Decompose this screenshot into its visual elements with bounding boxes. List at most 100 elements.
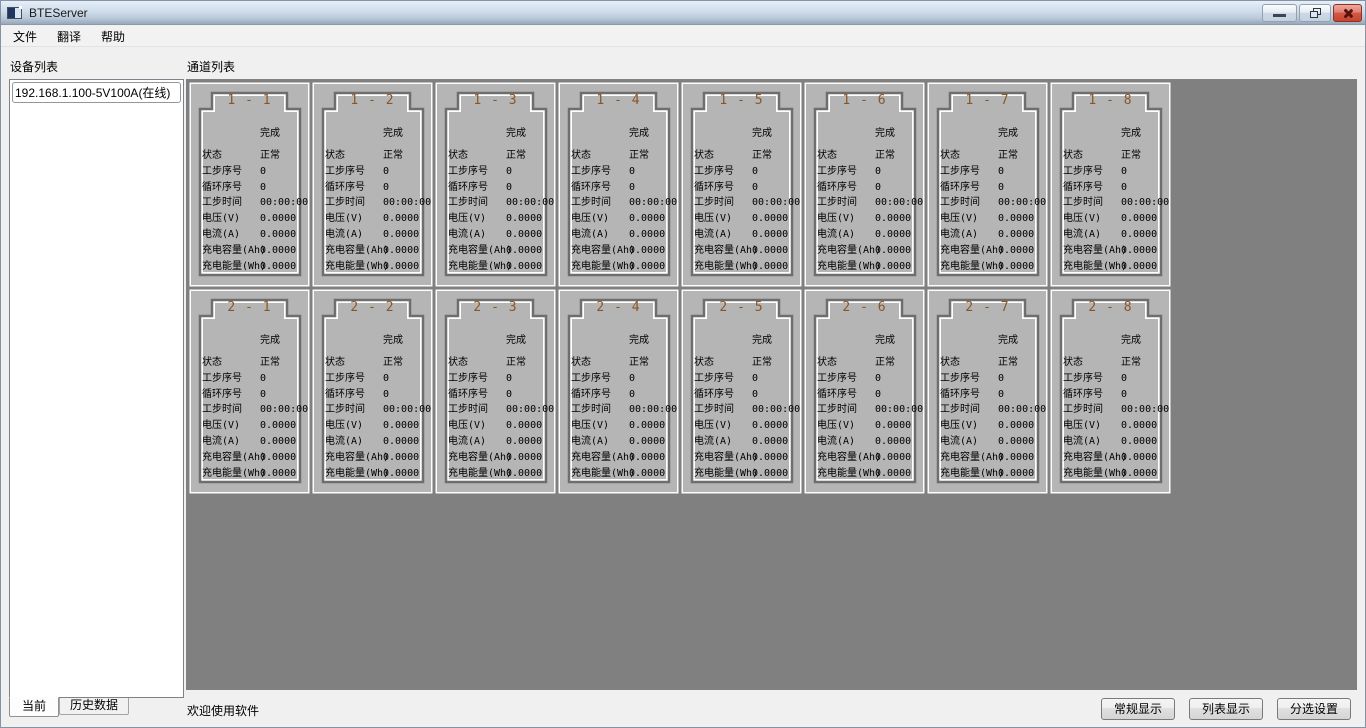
channel-card-row-value: 0.0000 xyxy=(1121,211,1157,227)
channel-card[interactable]: 1 - 7 完成 状态正常工步序号0循环序号0工步时间00:00:00电压(V)… xyxy=(929,84,1046,285)
channel-card-row-label: 电流(A) xyxy=(940,434,978,450)
channel-card[interactable]: 2 - 2 完成 状态正常工步序号0循环序号0工步时间00:00:00电压(V)… xyxy=(314,291,431,492)
channel-card-rows: 状态正常工步序号0循环序号0工步时间00:00:00电压(V)0.0000电流(… xyxy=(806,355,923,481)
channel-card-row-label: 充电能量(Wh) xyxy=(1063,259,1127,275)
channel-card[interactable]: 2 - 7 完成 状态正常工步序号0循环序号0工步时间00:00:00电压(V)… xyxy=(929,291,1046,492)
channel-card-row-label: 充电容量(Ah) xyxy=(571,243,635,259)
channel-card-row-value: 0.0000 xyxy=(383,211,419,227)
channel-card-row: 循环序号0 xyxy=(1052,387,1169,403)
channel-card[interactable]: 2 - 3 完成 状态正常工步序号0循环序号0工步时间00:00:00电压(V)… xyxy=(437,291,554,492)
regular-display-button[interactable]: 常规显示 xyxy=(1101,698,1175,720)
channel-card[interactable]: 1 - 2 完成 状态正常工步序号0循环序号0工步时间00:00:00电压(V)… xyxy=(314,84,431,285)
channel-card[interactable]: 1 - 3 完成 状态正常工步序号0循环序号0工步时间00:00:00电压(V)… xyxy=(437,84,554,285)
app-icon xyxy=(7,7,22,19)
channel-card-row-value: 0.0000 xyxy=(260,259,296,275)
close-button[interactable] xyxy=(1333,4,1362,22)
channel-card-row-value: 0 xyxy=(1121,371,1127,387)
channel-card-row-label: 工步时间 xyxy=(202,195,242,211)
channel-card-row-value: 0.0000 xyxy=(998,259,1034,275)
channel-card-row-value: 正常 xyxy=(383,355,403,371)
channel-card-row: 电压(V)0.0000 xyxy=(683,211,800,227)
channel-card-row-value: 正常 xyxy=(752,148,772,164)
window-title: BTEServer xyxy=(29,6,88,20)
channel-card-row: 充电能量(Wh)0.0000 xyxy=(191,466,308,482)
channel-card-row: 电压(V)0.0000 xyxy=(560,211,677,227)
channel-card-title: 2 - 4 xyxy=(581,300,656,316)
channel-card-row-value: 0 xyxy=(875,387,881,403)
channel-card-row-value: 0.0000 xyxy=(752,211,788,227)
channel-card-row-label: 充电容量(Ah) xyxy=(940,450,1004,466)
channel-card-row-label: 工步时间 xyxy=(940,402,980,418)
channel-card[interactable]: 1 - 1 完成 状态正常工步序号0循环序号0工步时间00:00:00电压(V)… xyxy=(191,84,308,285)
channel-card-row-label: 充电能量(Wh) xyxy=(571,466,635,482)
menu-item-help[interactable]: 帮助 xyxy=(91,25,135,48)
channel-card[interactable]: 2 - 5 完成 状态正常工步序号0循环序号0工步时间00:00:00电压(V)… xyxy=(683,291,800,492)
restore-button[interactable] xyxy=(1299,4,1331,22)
channel-card-row-label: 工步序号 xyxy=(817,371,857,387)
sorting-settings-button[interactable]: 分选设置 xyxy=(1277,698,1351,720)
channel-card-row: 充电能量(Wh)0.0000 xyxy=(1052,259,1169,275)
channel-card-row: 电流(A) 0.0000 xyxy=(560,227,677,243)
channel-card[interactable]: 1 - 6 完成 状态正常工步序号0循环序号0工步时间00:00:00电压(V)… xyxy=(806,84,923,285)
channel-card[interactable]: 1 - 8 完成 状态正常工步序号0循环序号0工步时间00:00:00电压(V)… xyxy=(1052,84,1169,285)
channel-card-row-value: 0.0000 xyxy=(629,227,665,243)
channel-card-row: 工步序号0 xyxy=(560,164,677,180)
tab-current[interactable]: 当前 xyxy=(9,697,59,717)
channel-card-row-value: 00:00:00 xyxy=(383,402,431,418)
channel-card-row: 状态正常 xyxy=(191,148,308,164)
device-item[interactable]: 192.168.1.100-5V100A(在线) xyxy=(12,82,181,103)
channel-card[interactable]: 2 - 6 完成 状态正常工步序号0循环序号0工步时间00:00:00电压(V)… xyxy=(806,291,923,492)
channel-card-row: 工步时间00:00:00 xyxy=(560,402,677,418)
channel-card-row-label: 电流(A) xyxy=(571,227,609,243)
channel-card-row-value: 0 xyxy=(629,387,635,403)
channel-card-row: 工步序号0 xyxy=(683,371,800,387)
channel-card-row: 状态正常 xyxy=(806,148,923,164)
channel-card-row: 工步序号0 xyxy=(314,371,431,387)
menu-item-translate[interactable]: 翻译 xyxy=(47,25,91,48)
menu-item-file[interactable]: 文件 xyxy=(3,25,47,48)
list-display-button[interactable]: 列表显示 xyxy=(1189,698,1263,720)
channel-card-row-value: 0.0000 xyxy=(875,259,911,275)
device-list-label: 设备列表 xyxy=(10,58,58,75)
channel-card-row-label: 状态 xyxy=(325,355,345,371)
channel-card-row-label: 状态 xyxy=(694,148,714,164)
channel-card-title: 1 - 8 xyxy=(1073,93,1148,109)
channel-card-row: 循环序号0 xyxy=(191,180,308,196)
channel-card-row-value: 正常 xyxy=(998,355,1018,371)
channel-card-row-label: 充电容量(Ah) xyxy=(694,450,758,466)
channel-card-row: 充电容量(Ah)0.0000 xyxy=(437,450,554,466)
channel-card-row: 电流(A)0.0000 xyxy=(314,434,431,450)
channel-card-row-label: 电压(V) xyxy=(202,418,240,434)
channel-card[interactable]: 2 - 8 完成 状态正常工步序号0循环序号0工步时间00:00:00电压(V)… xyxy=(1052,291,1169,492)
channel-card-row-value: 0.0000 xyxy=(998,434,1034,450)
channel-card-row-label: 电压(V) xyxy=(571,211,609,227)
channel-card-row-label: 工步序号 xyxy=(571,164,611,180)
channel-card[interactable]: 1 - 5 完成 状态正常工步序号0循环序号0工步时间00:00:00电压(V)… xyxy=(683,84,800,285)
channel-card-row-value: 0 xyxy=(875,164,881,180)
channel-card-row: 充电能量(Wh)0.0000 xyxy=(437,259,554,275)
channel-card-row: 工步时间00:00:00 xyxy=(929,402,1046,418)
channel-card-rows: 状态正常工步序号0循环序号0工步时间00:00:00电压(V)0.0000电流(… xyxy=(191,148,308,274)
channel-card-row: 循环序号0 xyxy=(929,180,1046,196)
bottom-buttons: 常规显示 列表显示 分选设置 xyxy=(1101,698,1351,720)
channel-card-banner: 完成 xyxy=(260,124,280,139)
channel-card-row-label: 循环序号 xyxy=(325,180,365,196)
channel-card[interactable]: 2 - 4 完成 状态正常工步序号0循环序号0工步时间00:00:00电压(V)… xyxy=(560,291,677,492)
channel-card-row-value: 00:00:00 xyxy=(1121,402,1169,418)
channel-card-row-value: 0.0000 xyxy=(260,450,296,466)
channel-card-row-label: 工步时间 xyxy=(817,195,857,211)
channel-card-row-label: 充电容量(Ah) xyxy=(325,243,389,259)
minimize-button[interactable] xyxy=(1262,4,1297,22)
channel-card-title: 2 - 5 xyxy=(704,300,779,316)
tab-history-data[interactable]: 历史数据 xyxy=(59,698,129,715)
channel-card-row: 充电能量(Wh)0.0000 xyxy=(929,466,1046,482)
channel-card[interactable]: 2 - 1 完成 状态正常工步序号0循环序号0工步时间00:00:00电压(V)… xyxy=(191,291,308,492)
channel-card-row: 循环序号0 xyxy=(560,387,677,403)
channel-card-row-label: 充电能量(Wh) xyxy=(448,466,512,482)
channel-card-row: 电流(A)0.0000 xyxy=(806,227,923,243)
channel-card-row-value: 0.0000 xyxy=(260,466,296,482)
channel-card-row-label: 工步序号 xyxy=(1063,371,1103,387)
channel-card-row-label: 充电能量(Wh) xyxy=(1063,466,1127,482)
channel-card[interactable]: 1 - 4 完成 状态正常工步序号0循环序号0工步时间00:00:00电压(V)… xyxy=(560,84,677,285)
channel-card-row: 状态正常 xyxy=(1052,148,1169,164)
